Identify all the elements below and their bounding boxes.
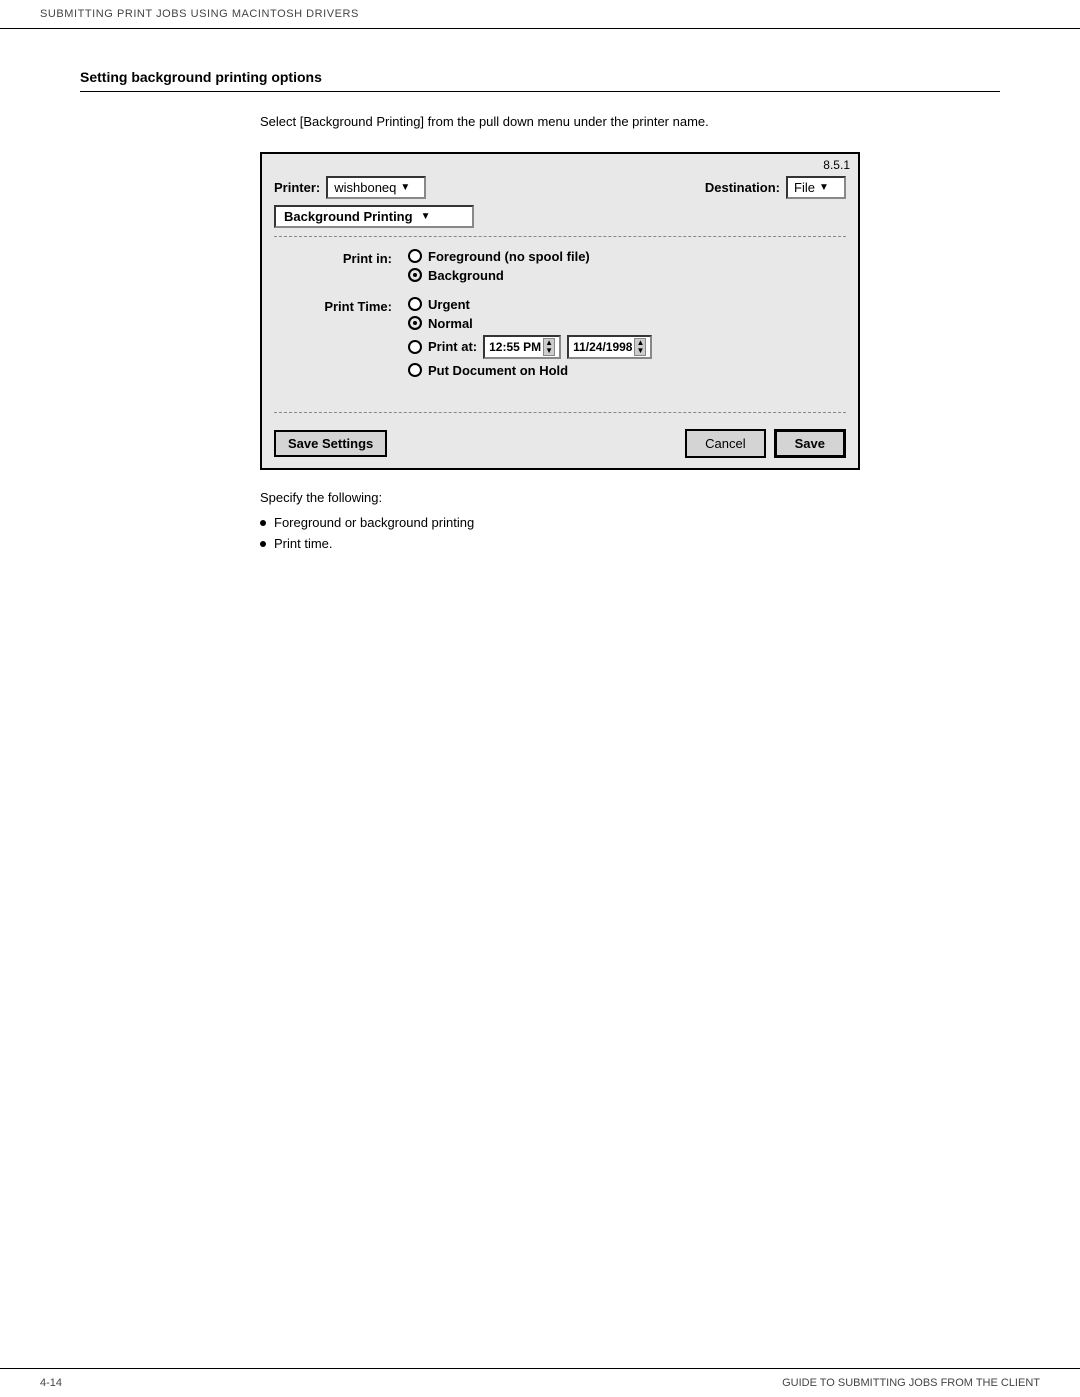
- normal-option[interactable]: Normal: [408, 316, 652, 331]
- date-input[interactable]: 11/24/1998 ▲ ▼: [567, 335, 652, 359]
- printer-value: wishboneq: [334, 180, 396, 195]
- dialog-top-row: Printer: wishboneq ▼ Destination: File ▼: [262, 172, 858, 205]
- destination-value: File: [794, 180, 815, 195]
- normal-label: Normal: [428, 316, 473, 331]
- background-radio[interactable]: [408, 268, 422, 282]
- urgent-radio[interactable]: [408, 297, 422, 311]
- header-text: SUBMITTING PRINT JOBS USING MACINTOSH DR…: [40, 8, 359, 20]
- list-item: Print time.: [260, 536, 1000, 551]
- main-content: Setting background printing options Sele…: [0, 29, 1080, 637]
- print-at-radio[interactable]: [408, 340, 422, 354]
- background-printing-dropdown[interactable]: Background Printing ▼: [274, 205, 474, 228]
- urgent-option[interactable]: Urgent: [408, 297, 652, 312]
- bullet-list: Foreground or background printing Print …: [260, 515, 1000, 551]
- cancel-button[interactable]: Cancel: [685, 429, 765, 458]
- instructions: Specify the following: Foreground or bac…: [260, 490, 1000, 551]
- save-button[interactable]: Save: [774, 429, 846, 458]
- print-at-option[interactable]: Print at: 12:55 PM ▲ ▼ 11/24/1998 ▲: [408, 335, 652, 359]
- page-header: SUBMITTING PRINT JOBS USING MACINTOSH DR…: [0, 0, 1080, 29]
- time-spinner[interactable]: ▲ ▼: [543, 338, 555, 356]
- date-value: 11/24/1998: [573, 340, 632, 354]
- printer-group: Printer: wishboneq ▼: [274, 176, 426, 199]
- printer-dropdown-arrow: ▼: [400, 182, 410, 193]
- urgent-label: Urgent: [428, 297, 470, 312]
- printer-label: Printer:: [274, 180, 320, 195]
- print-time-options: Urgent Normal Print at: 12:55 PM: [408, 297, 652, 378]
- print-at-label: Print at:: [428, 339, 477, 354]
- printer-dropdown[interactable]: wishboneq ▼: [326, 176, 426, 199]
- save-settings-button[interactable]: Save Settings: [274, 430, 387, 457]
- dialog-footer: Save Settings Cancel Save: [262, 421, 858, 468]
- print-in-options: Foreground (no spool file) Background: [408, 249, 590, 283]
- foreground-option[interactable]: Foreground (no spool file): [408, 249, 590, 264]
- bg-printing-label: Background Printing: [284, 209, 413, 224]
- foreground-label: Foreground (no spool file): [428, 249, 590, 264]
- destination-group: Destination: File ▼: [705, 176, 846, 199]
- bullet-dot: [260, 541, 266, 547]
- time-input[interactable]: 12:55 PM ▲ ▼: [483, 335, 561, 359]
- print-in-label: Print in:: [282, 249, 392, 266]
- list-item: Foreground or background printing: [260, 515, 1000, 530]
- destination-dropdown-arrow: ▼: [819, 182, 829, 193]
- bullet-text-2: Print time.: [274, 536, 333, 551]
- bottom-separator: [274, 412, 846, 413]
- print-time-group: Print Time: Urgent Normal Pr: [282, 297, 838, 378]
- dialog-body: Print in: Foreground (no spool file) Bac…: [262, 237, 858, 404]
- print-in-group: Print in: Foreground (no spool file) Bac…: [282, 249, 838, 283]
- page-footer: 4-14 GUIDE TO SUBMITTING JOBS FROM THE C…: [0, 1368, 1080, 1397]
- foreground-radio[interactable]: [408, 249, 422, 263]
- bg-printing-row: Background Printing ▼: [262, 205, 858, 236]
- hold-radio[interactable]: [408, 363, 422, 377]
- dialog-right-buttons: Cancel Save: [685, 429, 846, 458]
- destination-label: Destination:: [705, 180, 780, 195]
- bg-printing-arrow: ▼: [421, 211, 431, 222]
- section-heading: Setting background printing options: [80, 69, 1000, 92]
- footer-right: GUIDE TO SUBMITTING JOBS FROM THE CLIENT: [782, 1377, 1040, 1389]
- hold-label: Put Document on Hold: [428, 363, 568, 378]
- print-time-label: Print Time:: [282, 297, 392, 314]
- dialog-box: 8.5.1 Printer: wishboneq ▼ Destination: …: [260, 152, 860, 470]
- destination-dropdown[interactable]: File ▼: [786, 176, 846, 199]
- normal-radio[interactable]: [408, 316, 422, 330]
- time-value: 12:55 PM: [489, 340, 541, 354]
- date-spinner[interactable]: ▲ ▼: [634, 338, 646, 356]
- specify-text: Specify the following:: [260, 490, 1000, 505]
- bullet-dot: [260, 520, 266, 526]
- background-label: Background: [428, 268, 504, 283]
- footer-left: 4-14: [40, 1377, 62, 1389]
- dialog-version: 8.5.1: [262, 154, 858, 172]
- background-option[interactable]: Background: [408, 268, 590, 283]
- bullet-text-1: Foreground or background printing: [274, 515, 474, 530]
- hold-option[interactable]: Put Document on Hold: [408, 363, 652, 378]
- intro-text: Select [Background Printing] from the pu…: [260, 112, 740, 132]
